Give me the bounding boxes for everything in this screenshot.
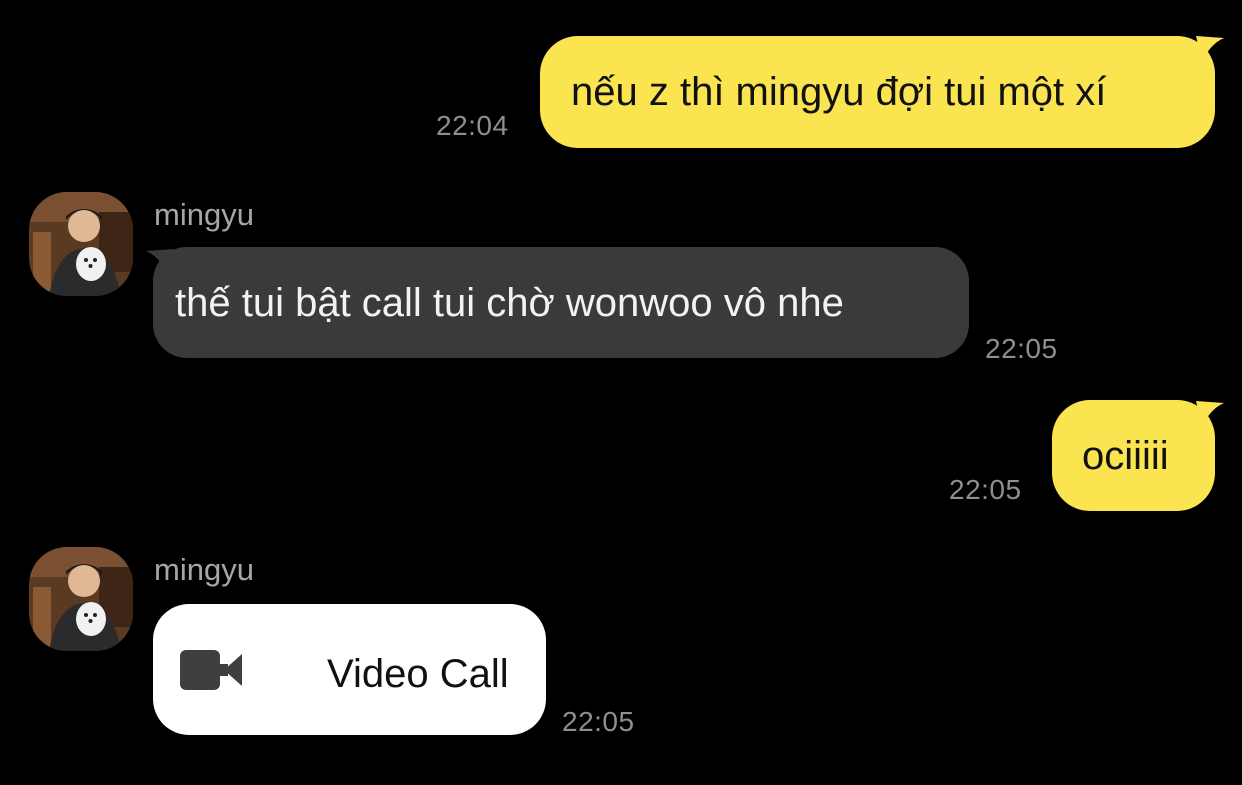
- avatar[interactable]: [29, 192, 133, 296]
- message-timestamp: 22:05: [949, 474, 1022, 505]
- message-timestamp: 22:04: [436, 110, 509, 141]
- message-timestamp: 22:05: [562, 706, 635, 737]
- video-call-card[interactable]: Video Call: [153, 604, 546, 735]
- message-text: nếu z thì mingyu đợi tui một xí: [571, 70, 1107, 114]
- message-bubble-incoming[interactable]: thế tui bật call tui chờ wonwoo vô nhe: [153, 247, 969, 358]
- video-camera-icon: [180, 650, 242, 690]
- message-bubble-outgoing[interactable]: ociiiii: [1052, 400, 1215, 511]
- sender-name: mingyu: [154, 552, 254, 587]
- message-timestamp: 22:05: [985, 333, 1058, 364]
- message-text: ociiiii: [1082, 433, 1169, 478]
- sender-name: mingyu: [154, 197, 254, 232]
- message-text: thế tui bật call tui chờ wonwoo vô nhe: [175, 280, 844, 325]
- chat-thread: 22:04 nếu z thì mingyu đợi tui một xí mi…: [0, 0, 1242, 785]
- call-label: Video Call: [327, 652, 509, 696]
- message-bubble-outgoing[interactable]: nếu z thì mingyu đợi tui một xí: [540, 36, 1215, 148]
- avatar[interactable]: [29, 547, 133, 651]
